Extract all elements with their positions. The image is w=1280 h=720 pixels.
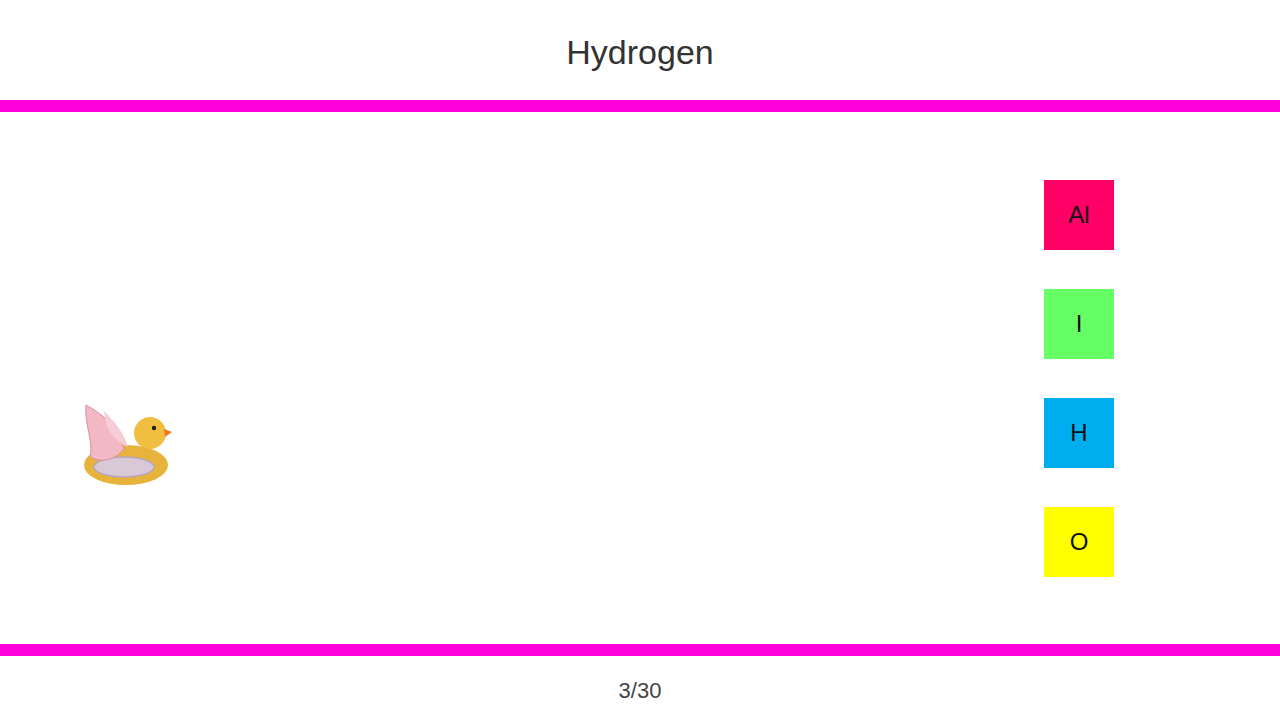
element-choice[interactable]: H (1044, 398, 1114, 468)
element-name: Hydrogen (566, 29, 713, 72)
element-choice[interactable]: I (1044, 289, 1114, 359)
progress-counter: 3/30 (619, 672, 662, 704)
top-border (0, 100, 1280, 112)
game-screen: Hydrogen Al IHO 3/30 (0, 0, 1280, 720)
element-choice[interactable]: Al (1044, 180, 1114, 250)
duck-icon[interactable] (80, 403, 172, 489)
header: Hydrogen (0, 0, 1280, 100)
bottom-border (0, 644, 1280, 656)
element-choice[interactable]: O (1044, 507, 1114, 577)
footer: 3/30 (0, 656, 1280, 720)
play-field: Al IHO (0, 112, 1280, 644)
choice-list: Al IHO (1044, 180, 1114, 577)
